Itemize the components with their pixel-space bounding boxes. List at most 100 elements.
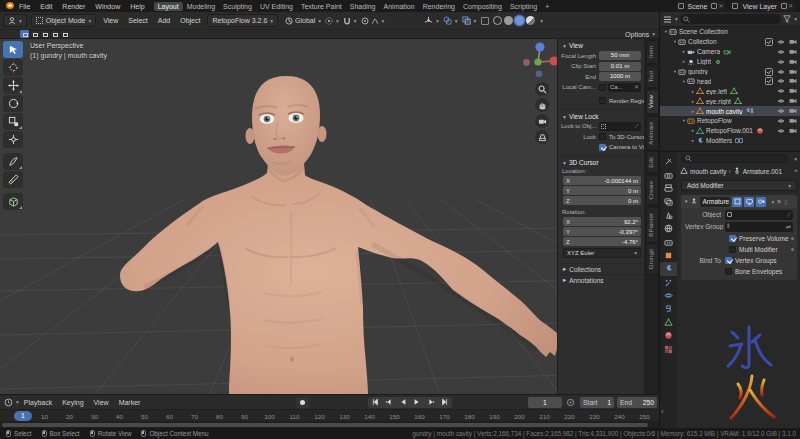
xray-toggle[interactable]: ▾ [462, 16, 477, 25]
output-tab[interactable] [660, 182, 677, 195]
camera-toggle-icon[interactable] [789, 58, 797, 66]
material-tab[interactable] [660, 329, 677, 342]
eye-toggle-icon[interactable] [777, 107, 785, 115]
particles-tab[interactable] [660, 276, 677, 289]
new-view-layer-icon[interactable] [781, 3, 787, 9]
properties-filter-dropdown[interactable]: ▾ [794, 156, 797, 162]
workspace-tab-animation[interactable]: Animation [380, 2, 419, 11]
menu-file[interactable]: File [14, 3, 35, 10]
modifier-render-toggle[interactable] [756, 197, 766, 207]
wireframe-shading-button[interactable] [493, 16, 502, 25]
playhead[interactable]: 1 [14, 411, 32, 421]
eye-toggle-icon[interactable] [777, 68, 785, 76]
workspace-tab-sculpting[interactable]: Sculpting [219, 2, 256, 11]
prev-keyframe-button[interactable] [382, 397, 396, 408]
unlink-scene-icon[interactable]: ✕ [717, 3, 724, 9]
constraints-tab[interactable] [660, 302, 677, 315]
modifiers-tab[interactable] [660, 262, 677, 275]
timeline-scrollbar[interactable] [2, 423, 648, 427]
scale-tool[interactable] [3, 113, 23, 130]
outliner-display-mode[interactable]: ▾ [663, 15, 678, 24]
outliner-row-collection[interactable]: ▾Collection [660, 37, 800, 47]
camera-toggle-icon[interactable] [789, 87, 797, 95]
local-camera-field[interactable]: Ca...✕ [608, 83, 641, 92]
render-region-checkbox[interactable] [599, 97, 606, 104]
breadcrumb-object[interactable]: mouth cavity [690, 168, 727, 175]
select-circle-button[interactable] [40, 30, 49, 38]
collections-section[interactable]: ▸Collections [558, 263, 644, 274]
sidebar-tab-tool[interactable]: Tool [646, 65, 659, 88]
rotation-order-dropdown[interactable]: XYZ Euler▾ [563, 248, 641, 258]
eye-toggle-icon[interactable] [777, 97, 785, 105]
workspace-tab-uv-editing[interactable]: UV Editing [256, 2, 297, 11]
view-layer-tab[interactable] [660, 195, 677, 208]
camera-toggle-icon[interactable] [789, 48, 797, 56]
focal-length-field[interactable]: 50 mm [599, 51, 641, 60]
outliner-row-camera[interactable]: ▸Camera [660, 47, 800, 57]
eye-toggle-icon[interactable] [777, 48, 785, 56]
add-modifier-button[interactable]: Add Modifier▾ [681, 180, 797, 191]
scene-selector[interactable]: Scene ✕ [676, 1, 727, 11]
outliner-row-head[interactable]: ▾head [660, 76, 800, 86]
modifier-vertex-group-field[interactable]: ⦀ ⇄ [725, 222, 793, 232]
rotate-tool[interactable] [3, 95, 23, 112]
add-cube-tool[interactable] [3, 193, 23, 210]
zoom-button[interactable] [535, 82, 549, 96]
modifier-close-button[interactable]: ✕ [776, 198, 781, 206]
bind-bone-envelopes-checkbox[interactable] [725, 268, 732, 275]
toggle-xray-button[interactable] [481, 17, 489, 25]
cursor-rotation-y-field[interactable]: Y-0.397° [563, 227, 641, 236]
collection-tab[interactable] [660, 235, 677, 248]
viewport-menu-object[interactable]: Object [175, 17, 205, 24]
menu-window[interactable]: Window [90, 3, 125, 10]
viewport-menu-view[interactable]: View [98, 17, 123, 24]
sidebar-tab-view[interactable]: View [646, 89, 659, 114]
camera-to-view-checkbox[interactable] [599, 144, 606, 151]
object-tab[interactable] [660, 249, 677, 262]
outliner-row-retopoflow[interactable]: ▾RetopoFlow [660, 116, 800, 126]
cursor-location-x-field[interactable]: X-0.000144 m [563, 176, 641, 185]
menu-render[interactable]: Render [57, 3, 90, 10]
new-scene-icon[interactable] [711, 3, 717, 9]
sidebar-tab-item[interactable]: Item [646, 40, 659, 64]
select-box-button[interactable] [30, 30, 39, 38]
camera-toggle-icon[interactable] [789, 97, 797, 105]
orientation-gizmo[interactable] [523, 41, 557, 77]
jump-to-start-button[interactable] [368, 397, 382, 408]
lock-3d-cursor-checkbox[interactable] [599, 133, 606, 140]
outliner-row-modifiers[interactable]: ▸Modifiers [660, 136, 800, 146]
camera-toggle-icon[interactable] [789, 68, 797, 76]
sidebar-tab-grungit[interactable]: Grungit [646, 243, 659, 275]
modifier-expand-arrow[interactable]: ▼ [684, 199, 688, 204]
outliner-row-gundry[interactable]: ▾gundry [660, 67, 800, 77]
annotate-tool[interactable] [3, 153, 23, 170]
cursor-tool[interactable] [3, 59, 23, 76]
cursor-rotation-z-field[interactable]: Z-4.76° [563, 237, 641, 246]
timeline-menu-playback[interactable]: Playback [19, 399, 57, 406]
breadcrumb-modifier[interactable]: Armature.001 [743, 168, 782, 175]
outliner-row-mouth-cavity[interactable]: ▸mouth cavity [660, 106, 800, 116]
eye-toggle-icon[interactable] [777, 127, 785, 135]
camera-toggle-icon[interactable] [789, 38, 797, 46]
view-lock-section-header[interactable]: ▼View Lock [558, 109, 644, 121]
next-keyframe-button[interactable] [424, 397, 438, 408]
viewport-menu-add[interactable]: Add [153, 17, 175, 24]
outliner-row-scene-collection[interactable]: ▾Scene Collection [660, 27, 800, 37]
modifier-realtime-toggle[interactable] [744, 197, 754, 207]
annotations-section[interactable]: ▸Annotations [558, 274, 644, 285]
frame-start-field[interactable]: Start1 [580, 397, 614, 408]
pin-icon[interactable]: ⌖ [794, 167, 798, 175]
modifier-editmode-toggle[interactable] [732, 197, 742, 207]
blender-logo-icon[interactable] [4, 2, 14, 10]
play-button[interactable] [410, 397, 424, 408]
outliner-row-eye-right[interactable]: ▸eye.right [660, 96, 800, 106]
sidebar-tab-bpainter[interactable]: BPainter [646, 207, 659, 243]
physics-tab[interactable] [660, 289, 677, 302]
cursor-location-z-field[interactable]: Z0 m [563, 196, 641, 205]
properties-search[interactable] [681, 154, 788, 163]
snap-magnet-dropdown[interactable]: ▾ [343, 17, 357, 25]
clip-start-field[interactable]: 0.01 m [599, 62, 641, 71]
workspace-tab-shading[interactable]: Shading [346, 2, 380, 11]
select-tweak-button[interactable] [20, 30, 29, 38]
tool-tab[interactable] [660, 155, 677, 168]
